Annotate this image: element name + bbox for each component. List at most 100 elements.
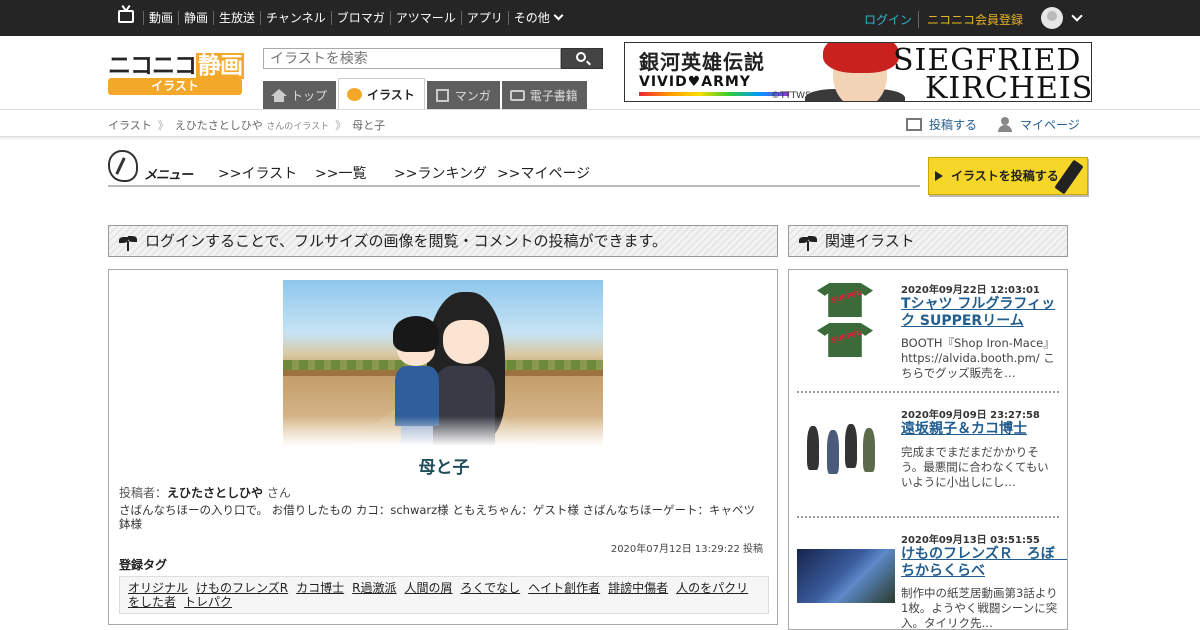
tag-item[interactable]: けものフレンズR bbox=[196, 581, 288, 595]
figure-thumb-shape bbox=[863, 428, 875, 472]
related-thumbnail[interactable] bbox=[797, 549, 895, 603]
logo-wordmark-b: 静画 bbox=[196, 53, 244, 79]
tab-ebook[interactable]: 電子書籍 bbox=[501, 81, 587, 109]
illust-menu: メニュー >>イラスト >>一覧 >>ランキング >>マイページ bbox=[108, 150, 920, 190]
register-link[interactable]: ニコニコ会員登録 bbox=[918, 11, 1023, 28]
art-bottom-fade bbox=[283, 416, 603, 446]
related-title[interactable]: けものフレンズＲ ろぼ ちからくらべ bbox=[901, 546, 1067, 580]
site-logo[interactable]: ニコニコ静画 イラスト bbox=[108, 46, 244, 96]
tab-illust[interactable]: イラスト bbox=[338, 78, 425, 109]
related-thumbnail[interactable] bbox=[797, 408, 895, 488]
nav-live[interactable]: 生放送 bbox=[213, 11, 260, 25]
poster-name[interactable]: えひたさとしひや bbox=[167, 486, 263, 500]
breadcrumb-root[interactable]: イラスト bbox=[108, 119, 152, 132]
illust-image[interactable] bbox=[283, 280, 603, 446]
poster-suffix: さん bbox=[266, 486, 291, 500]
tag-item[interactable]: ろくでなし bbox=[461, 581, 521, 595]
account-menu-chevron-icon[interactable] bbox=[1071, 10, 1083, 22]
user-icon bbox=[998, 117, 1012, 132]
nav-douga[interactable]: 動画 bbox=[143, 11, 178, 25]
nav-app[interactable]: アプリ bbox=[460, 11, 508, 25]
related-date: 2020年09月13日 03:51:55 bbox=[901, 535, 1040, 546]
tag-item[interactable]: 誹謗中傷者 bbox=[608, 581, 668, 595]
category-tabs: トップ イラスト マンガ 電子書籍 bbox=[263, 78, 589, 109]
login-link[interactable]: ログイン bbox=[864, 11, 912, 28]
global-top-bar: 動画 静画 生放送 チャンネル ブロマガ アツマール アプリ その他 ログイン … bbox=[0, 0, 1200, 36]
menu-link-list[interactable]: >>一覧 bbox=[315, 163, 366, 183]
tag-item[interactable]: ヘイト創作者 bbox=[528, 581, 600, 595]
nav-channel[interactable]: チャンネル bbox=[260, 11, 331, 25]
mypage-link-label: マイページ bbox=[1020, 118, 1080, 132]
user-avatar-icon[interactable] bbox=[1041, 7, 1063, 29]
art-boy-hair bbox=[393, 316, 439, 352]
niconico-tv-icon[interactable] bbox=[118, 10, 134, 23]
menu-link-illust[interactable]: >>イラスト bbox=[218, 163, 297, 183]
related-desc: BOOTH『Shop Iron-Mace』https://alvida.boot… bbox=[901, 336, 1055, 380]
home-icon bbox=[271, 88, 287, 102]
related-title[interactable]: Tシャツ フルグラフィック SUPPERリーム bbox=[901, 296, 1059, 330]
tab-manga[interactable]: マンガ bbox=[426, 81, 500, 109]
menu-label: メニュー bbox=[144, 168, 193, 183]
tab-top[interactable]: トップ bbox=[263, 81, 337, 109]
menu-link-ranking[interactable]: >>ランキング bbox=[394, 163, 487, 183]
nav-seiga[interactable]: 静画 bbox=[178, 11, 213, 25]
search-input[interactable] bbox=[263, 48, 561, 69]
illust-description: さばんなちほーの入り口で。 お借りしたもの カコ：schwarz様 ともえちゃん… bbox=[119, 503, 755, 531]
breadcrumb-bar: イラスト》えひたさとしひや さんのイラスト》母と子 投稿する マイページ bbox=[0, 109, 1200, 137]
arrow-right-icon bbox=[935, 171, 943, 181]
illust-detail-panel: 母と子 投稿者：えひたさとしひや さん さばんなちほーの入り口で。 お借りしたも… bbox=[108, 269, 778, 625]
post-illust-link[interactable]: 投稿する bbox=[906, 116, 977, 133]
palette-icon bbox=[347, 87, 363, 101]
related-date: 2020年09月22日 12:03:01 bbox=[901, 285, 1040, 296]
nav-blomaga[interactable]: ブロマガ bbox=[330, 11, 390, 25]
post-illust-button[interactable]: イラストを投稿する bbox=[928, 157, 1088, 195]
tshirt-thumb-shape bbox=[817, 323, 873, 357]
related-thumbnail[interactable] bbox=[797, 279, 895, 359]
figure-thumb-shape bbox=[845, 424, 857, 468]
mypage-link[interactable]: マイページ bbox=[998, 116, 1080, 133]
nav-atsumaru[interactable]: アツマール bbox=[389, 11, 461, 25]
tag-item[interactable]: トレパク bbox=[184, 595, 232, 609]
banner-rainbow-stripe bbox=[639, 92, 789, 96]
illust-title: 母と子 bbox=[418, 458, 470, 478]
ad-banner[interactable]: 銀河英雄伝説 VIVID♥ARMY ©TTTWS,©K SIEGFRIED KI… bbox=[624, 42, 1092, 102]
tag-item[interactable]: カコ博士 bbox=[296, 581, 344, 595]
figure-thumb-shape bbox=[807, 426, 819, 470]
breadcrumb-separator-icon: 》 bbox=[157, 119, 169, 132]
related-heading: 関連イラスト bbox=[825, 232, 915, 250]
menu-link-mypage[interactable]: >>マイページ bbox=[497, 163, 590, 183]
tag-item[interactable]: R過激派 bbox=[352, 581, 396, 595]
tshirt-thumb-shape bbox=[817, 283, 873, 317]
breadcrumb-user[interactable]: えひたさとしひや bbox=[175, 119, 263, 132]
art-girl-face bbox=[443, 320, 489, 364]
palette-brush-icon bbox=[108, 150, 138, 182]
search-icon bbox=[576, 52, 586, 62]
nav-more-label: その他 bbox=[513, 11, 550, 25]
logo-subtitle: イラスト bbox=[108, 78, 242, 95]
login-notice-text: ログインすることで、フルサイズの画像を閲覧・コメントの投稿ができます。 bbox=[145, 232, 668, 250]
logo-wordmark-a: ニコニコ bbox=[108, 53, 197, 79]
related-item[interactable]: 2020年09月13日 03:51:55 けものフレンズＲ ろぼ ちからくらべ … bbox=[797, 525, 1067, 630]
tags-label: 登録タグ bbox=[119, 558, 168, 572]
related-title[interactable]: 遠坂親子＆カコ博士 bbox=[901, 421, 1059, 438]
related-item[interactable]: 2020年09月22日 12:03:01 Tシャツ フルグラフィック SUPPE… bbox=[797, 275, 1059, 393]
related-illust-list: 2020年09月22日 12:03:01 Tシャツ フルグラフィック SUPPE… bbox=[788, 269, 1068, 630]
tag-item[interactable]: オリジナル bbox=[128, 581, 188, 595]
related-desc: 制作中の紙芝居動画第3話より1枚。ようやく戦闘シーンに突入。タイリク先… bbox=[901, 586, 1058, 630]
banner-subtitle: VIVID♥ARMY bbox=[639, 74, 751, 90]
figure-thumb-shape bbox=[827, 430, 839, 474]
related-item[interactable]: 2020年09月09日 23:27:58 遠坂親子＆カコ博士 完成までまだまだか… bbox=[797, 400, 1059, 518]
poster-line: 投稿者：えひたさとしひや さん bbox=[119, 484, 291, 501]
nav-more[interactable]: その他 bbox=[507, 10, 567, 25]
upload-icon bbox=[906, 118, 922, 131]
tab-top-label: トップ bbox=[291, 88, 328, 103]
poster-label: 投稿者： bbox=[119, 486, 168, 500]
posted-date: 2020年07月12日 13:29:22 投稿 bbox=[610, 544, 763, 555]
breadcrumb: イラスト》えひたさとしひや さんのイラスト》母と子 bbox=[108, 117, 385, 133]
chevron-down-icon bbox=[553, 10, 564, 21]
tag-item[interactable]: 人間の屑 bbox=[404, 581, 452, 595]
search-button[interactable] bbox=[561, 48, 603, 69]
login-notice-header: ログインすることで、フルサイズの画像を閲覧・コメントの投稿ができます。 bbox=[108, 225, 778, 257]
tab-illust-label: イラスト bbox=[367, 87, 415, 102]
manga-icon bbox=[435, 88, 450, 102]
